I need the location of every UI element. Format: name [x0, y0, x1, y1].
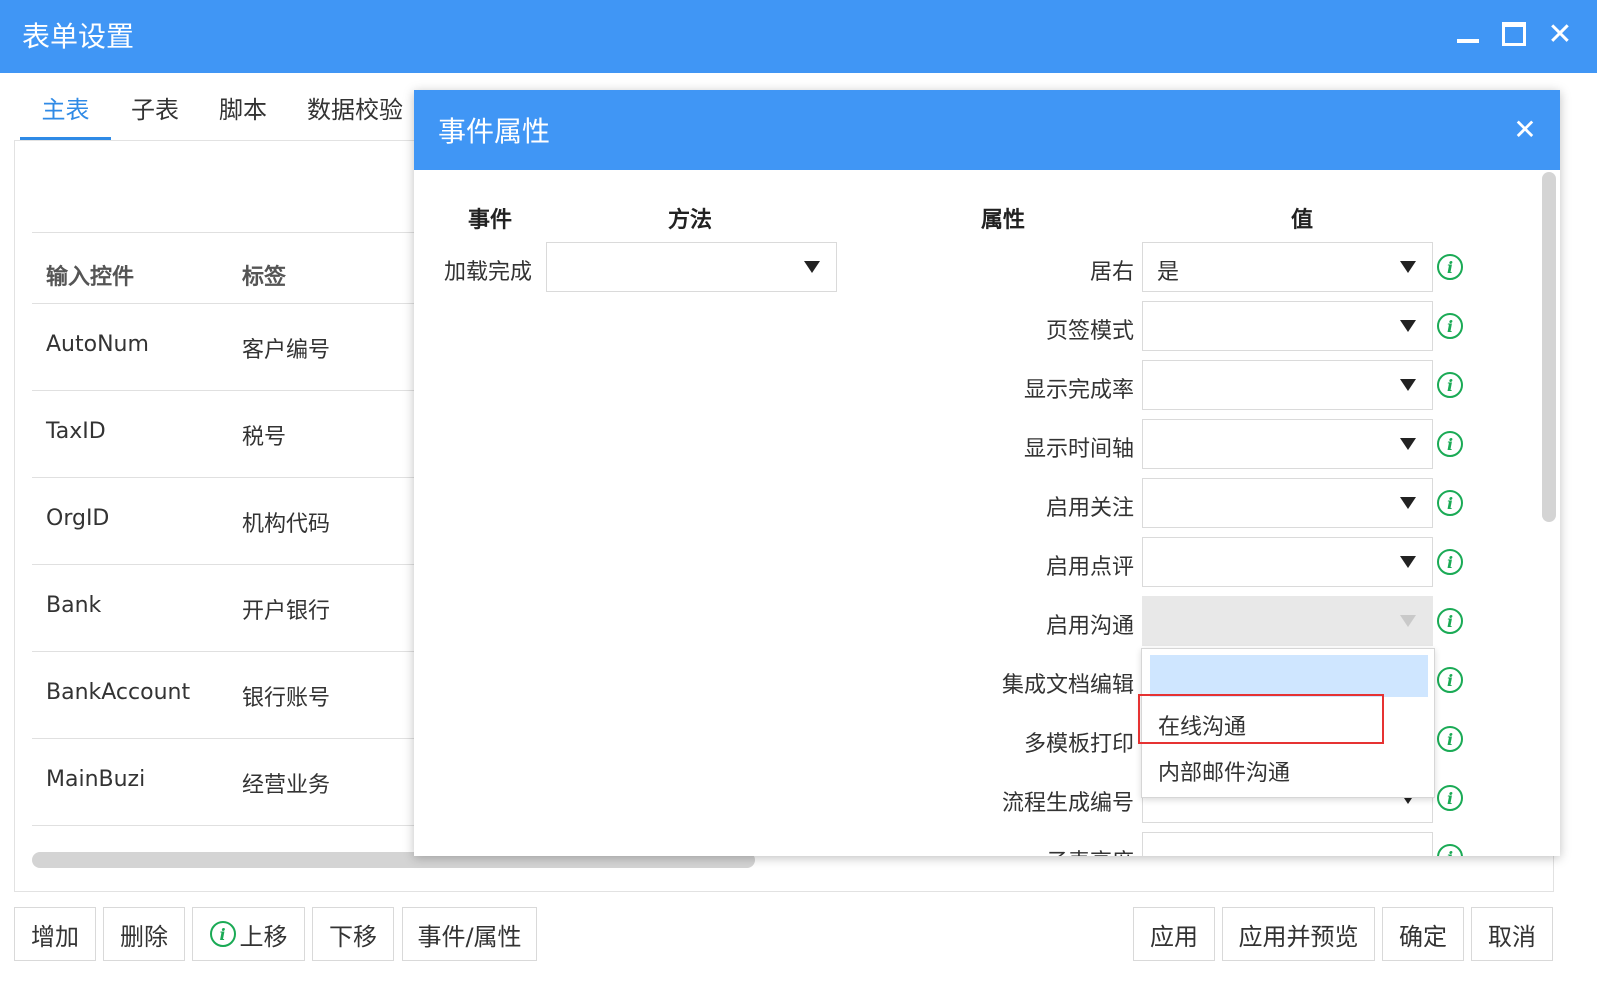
move-up-button[interactable]: i 上移: [192, 907, 305, 961]
property-label: 居右: [1089, 260, 1134, 285]
property-column-header: 属性: [981, 208, 1026, 233]
property-label: 子表高度: [834, 844, 1134, 856]
dialog-title: 事件属性: [438, 115, 551, 148]
chevron-down-icon: [1400, 438, 1416, 450]
event-property-button[interactable]: 事件/属性: [402, 907, 537, 961]
cell-label: 银行账号: [242, 686, 331, 711]
vertical-scrollbar[interactable]: [1542, 172, 1556, 522]
cell-label: 税号: [242, 425, 287, 450]
ok-button[interactable]: 确定: [1382, 907, 1464, 961]
method-select[interactable]: [546, 242, 837, 292]
info-icon[interactable]: i: [1437, 254, 1463, 280]
minimize-icon[interactable]: [1450, 16, 1486, 52]
info-icon[interactable]: i: [1437, 431, 1463, 457]
info-icon[interactable]: i: [1437, 490, 1463, 516]
info-icon[interactable]: i: [1437, 608, 1463, 634]
tab-subtable[interactable]: 子表: [111, 88, 199, 140]
property-select[interactable]: [1142, 301, 1433, 351]
property-select-active[interactable]: [1142, 596, 1433, 646]
cell-control: AutoNum: [46, 332, 149, 357]
table-row[interactable]: AutoNum 客户编号: [32, 304, 432, 391]
property-select[interactable]: [1142, 419, 1433, 469]
move-down-button[interactable]: 下移: [312, 907, 394, 961]
close-icon[interactable]: ✕: [1508, 112, 1542, 146]
cell-control: BankAccount: [46, 680, 191, 705]
property-label: 启用沟通: [1045, 614, 1134, 639]
chevron-down-icon: [1400, 556, 1416, 568]
property-select[interactable]: [1142, 478, 1433, 528]
property-label: 启用关注: [1045, 496, 1134, 521]
chevron-down-icon: [1400, 497, 1416, 509]
info-icon[interactable]: i: [1437, 667, 1463, 693]
table-header: 输入控件 标签: [32, 232, 432, 304]
property-label: 显示时间轴: [1023, 437, 1134, 462]
cell-control: Bank: [46, 593, 102, 618]
chevron-down-icon: [1400, 615, 1416, 627]
tab-script[interactable]: 脚本: [199, 88, 287, 140]
property-select[interactable]: [1142, 537, 1433, 587]
info-icon[interactable]: i: [1437, 785, 1463, 811]
event-label: 加载完成: [444, 260, 533, 285]
window-titlebar: 表单设置 ✕: [0, 0, 1597, 73]
property-select-value: 是: [1157, 260, 1180, 285]
event-column-header: 事件: [468, 208, 513, 233]
table-row[interactable]: OrgID 机构代码: [32, 478, 432, 565]
property-label: 显示完成率: [1023, 378, 1134, 403]
move-up-label: 上移: [239, 922, 288, 951]
cell-control: TaxID: [46, 419, 106, 444]
property-select[interactable]: 是: [1142, 242, 1433, 292]
table-row[interactable]: BankAccount 银行账号: [32, 652, 432, 739]
table-row[interactable]: MainBuzi 经营业务: [32, 739, 432, 826]
column-header-label: 标签: [242, 265, 287, 290]
add-button[interactable]: 增加: [14, 907, 96, 961]
info-icon: i: [209, 921, 236, 947]
table-row[interactable]: TaxID 税号: [32, 391, 432, 478]
maximize-icon[interactable]: [1496, 16, 1532, 52]
dialog-titlebar: 事件属性 ✕: [414, 90, 1560, 170]
cancel-button[interactable]: 取消: [1471, 907, 1553, 961]
cell-control: MainBuzi: [46, 767, 146, 792]
value-column-header: 值: [1291, 208, 1314, 233]
method-column-header: 方法: [668, 208, 713, 233]
property-select[interactable]: [1142, 832, 1433, 856]
info-icon[interactable]: i: [1437, 726, 1463, 752]
info-icon[interactable]: i: [1437, 313, 1463, 339]
info-icon[interactable]: i: [1437, 372, 1463, 398]
chevron-down-icon: [804, 261, 820, 273]
cell-label: 开户银行: [242, 599, 331, 624]
table-row[interactable]: Bank 开户银行: [32, 565, 432, 652]
column-header-control: 输入控件: [46, 265, 135, 290]
dropdown-option-empty[interactable]: [1150, 655, 1428, 697]
cell-label: 客户编号: [242, 338, 331, 363]
property-label: 流程生成编号: [1001, 791, 1134, 816]
property-label: 多模板打印: [1023, 732, 1134, 757]
apply-button[interactable]: 应用: [1133, 907, 1215, 961]
property-label: 集成文档编辑: [1001, 673, 1134, 698]
close-icon[interactable]: ✕: [1542, 16, 1578, 52]
dropdown-option-internal-mail[interactable]: 内部邮件沟通: [1158, 755, 1290, 787]
info-icon[interactable]: i: [1437, 549, 1463, 575]
cell-label: 机构代码: [242, 512, 331, 537]
highlight-box: [1138, 694, 1384, 744]
property-label: 页签模式: [1045, 319, 1134, 344]
delete-button[interactable]: 删除: [103, 907, 185, 961]
property-select[interactable]: [1142, 360, 1433, 410]
event-property-dialog: 事件属性 ✕ 事件 方法 属性 值 加载完成 居右 是 i 页签模式 i 显示完…: [414, 90, 1560, 856]
cell-label: 经营业务: [242, 773, 331, 798]
chevron-down-icon: [1400, 320, 1416, 332]
chevron-down-icon: [1400, 261, 1416, 273]
property-label: 启用点评: [1045, 555, 1134, 580]
apply-preview-button[interactable]: 应用并预览: [1222, 907, 1375, 961]
cell-control: OrgID: [46, 506, 110, 531]
chevron-down-icon: [1400, 379, 1416, 391]
tab-main[interactable]: 主表: [20, 88, 111, 140]
tab-validation[interactable]: 数据校验: [295, 88, 415, 140]
info-icon[interactable]: i: [1437, 844, 1463, 856]
window-title: 表单设置: [22, 20, 135, 53]
